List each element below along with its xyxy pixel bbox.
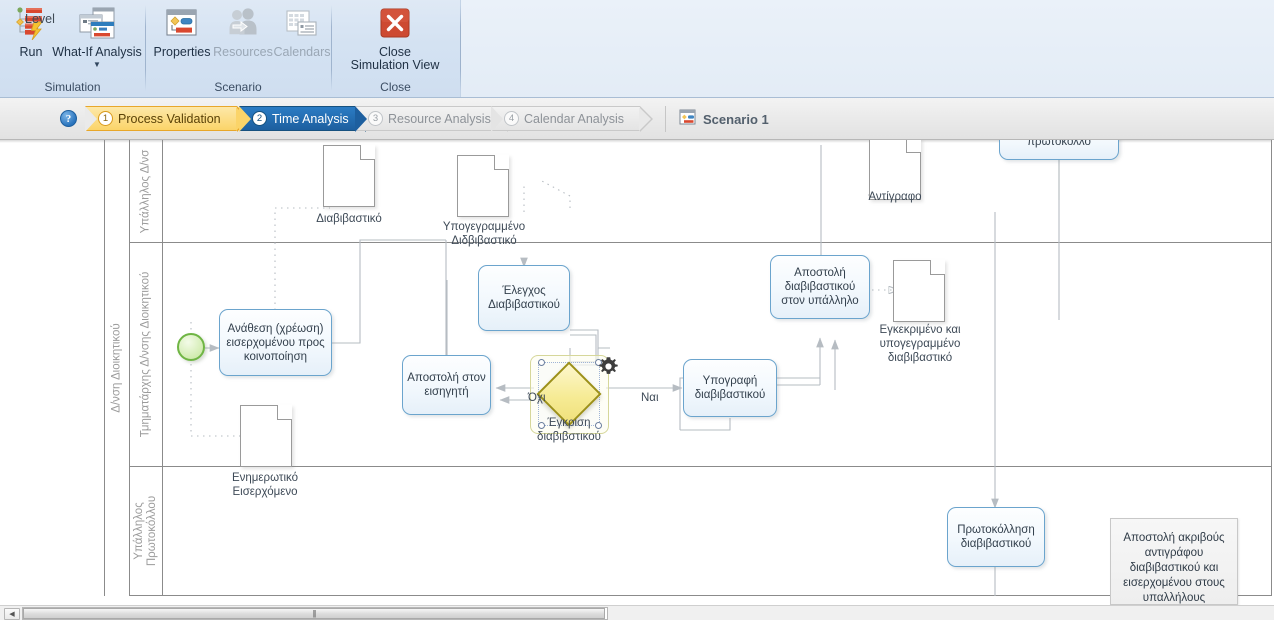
chevron-tip-inner xyxy=(639,107,652,131)
task-check-transmittal-label: Έλεγχος Διαβιβαστικού xyxy=(488,285,560,311)
close-x-icon xyxy=(379,4,411,42)
level-step-number: 4 xyxy=(504,111,519,126)
calendars-button[interactable]: Calendars xyxy=(272,4,332,59)
level-step-number: 2 xyxy=(252,111,267,126)
resources-label: Resources xyxy=(213,45,273,59)
level-step-number: 1 xyxy=(98,111,113,126)
document-approved-signed-label: Εγκεκριμένο και υπογεγραμμένο διαβιβαστι… xyxy=(879,324,961,364)
arrow-left-icon[interactable]: ◀ xyxy=(4,608,20,620)
chevron-down-icon[interactable]: ▼ xyxy=(93,61,101,69)
resources-button[interactable]: Resources xyxy=(212,4,274,59)
scenario-label: Scenario 1 xyxy=(703,111,769,127)
gateway-approval-label: Έγκριση διαβιβστικού xyxy=(537,417,601,443)
level-step-time-analysis[interactable]: 2 Time Analysis xyxy=(239,106,378,132)
ribbon-toolbar: Run What-If Analysis ▼ Simulation Proper… xyxy=(0,0,1274,98)
ribbon-separator-3 xyxy=(460,5,461,91)
doc-fold-corner xyxy=(277,405,292,420)
scrollbar-grip: ||| xyxy=(312,609,316,618)
doc-fold-corner xyxy=(906,140,921,153)
ribbon-right-background xyxy=(460,0,1274,97)
level-step-label: Resource Analysis xyxy=(388,111,491,126)
task-check-transmittal[interactable]: Έλεγχος Διαβιβαστικού xyxy=(478,265,570,331)
level-step-label: Calendar Analysis xyxy=(524,111,625,126)
document-incoming-info-label: Ενημερωτικό Εισερχόμενο xyxy=(231,472,299,498)
doc-fold-corner xyxy=(930,260,945,275)
document-transmittal-label: Διαβιβαστικό xyxy=(316,213,382,225)
task-sign-transmittal[interactable]: Υπογραφή διαβιβαστικού xyxy=(683,359,777,417)
properties-label: Properties xyxy=(153,45,211,59)
task-sign-transmittal-label: Υπογραφή διαβιβαστικού xyxy=(694,375,766,401)
scenario-selector[interactable]: Scenario 1 xyxy=(665,106,769,132)
ribbon-group-simulation: Run What-If Analysis ▼ Simulation xyxy=(0,0,145,97)
ribbon-group-label-scenario: Scenario xyxy=(214,80,262,94)
document-signed-transmittal[interactable] xyxy=(457,155,509,217)
task-assign-label: Ανάθεση (χρέωση) εισερχομένου προς κοινο… xyxy=(226,322,325,363)
document-incoming-info[interactable] xyxy=(240,405,292,467)
level-label: Level xyxy=(25,12,55,26)
level-step-process-validation[interactable]: 1 Process Validation xyxy=(85,106,250,132)
what-if-analysis-label: What-If Analysis xyxy=(52,45,142,59)
sequence-flow-layer xyxy=(190,140,1060,596)
diagram-canvas[interactable]: Δ/νση Διοικητικού Υπάλληλος Δ/νσ Τμηματά… xyxy=(0,140,1274,605)
properties-button[interactable]: Properties xyxy=(150,4,214,59)
task-send-to-rapporteur[interactable]: Αποστολή στον εισηγητή xyxy=(402,355,491,415)
close-simulation-view-label-line2: Simulation View xyxy=(350,58,440,72)
calendars-label: Calendars xyxy=(273,45,331,59)
level-step-number: 3 xyxy=(368,111,383,126)
what-if-analysis-icon xyxy=(78,4,116,42)
run-label: Run xyxy=(19,45,43,59)
document-transmittal[interactable] xyxy=(323,145,375,207)
flow-label-no: Όχι xyxy=(528,392,546,404)
ribbon-group-label-simulation: Simulation xyxy=(44,80,101,94)
horizontal-scrollbar[interactable]: ◀ ||| xyxy=(0,605,1274,620)
annotation-send-copy[interactable]: Αποστολή ακριβούς αντιγράφου διαβιβαστικ… xyxy=(1110,518,1238,605)
question-mark-icon[interactable]: ? xyxy=(60,110,77,127)
ribbon-group-scenario: Properties Resources Calendars Scenario xyxy=(146,0,330,97)
task-send-to-employee[interactable]: Αποστολή διαβιβαστικού στον υπάλληλο xyxy=(770,255,870,319)
task-protocol-transmittal-label: Πρωτοκόλληση διαβιβαστικού xyxy=(957,524,1035,550)
task-protocol-transmittal[interactable]: Πρωτοκόλληση διαβιβαστικού xyxy=(947,507,1045,567)
close-simulation-view-button[interactable]: Close Simulation View xyxy=(338,4,452,72)
resources-people-icon xyxy=(226,4,260,42)
scenario-icon xyxy=(679,109,696,130)
chevron-notch xyxy=(491,106,503,132)
doc-fold-corner xyxy=(494,155,509,170)
chevron-notch xyxy=(355,106,367,132)
annotation-send-copy-text: Αποστολή ακριβούς αντιγράφου διαβιβαστικ… xyxy=(1123,532,1225,604)
flow-label-yes: Ναι xyxy=(641,392,659,404)
calendar-icon xyxy=(285,4,319,42)
task-protocol-top[interactable]: πρωτόκολλο xyxy=(999,140,1119,160)
ribbon-group-close: Close Simulation View Close xyxy=(332,0,459,97)
gear-icon[interactable] xyxy=(598,356,619,382)
start-event[interactable] xyxy=(177,333,205,361)
chevron-notch xyxy=(239,106,251,132)
doc-fold-corner xyxy=(360,145,375,160)
task-protocol-top-label: πρωτόκολλο xyxy=(1027,140,1091,148)
task-assign[interactable]: Ανάθεση (χρέωση) εισερχομένου προς κοινο… xyxy=(219,309,332,376)
level-step-calendar-analysis[interactable]: 4 Calendar Analysis xyxy=(491,106,654,132)
task-send-to-rapporteur-label: Αποστολή στον εισηγητή xyxy=(407,372,486,398)
scrollbar-thumb[interactable]: ||| xyxy=(23,608,605,619)
task-send-to-employee-label: Αποστολή διαβιβαστικού στον υπάλληλο xyxy=(781,267,859,307)
properties-icon xyxy=(165,4,199,42)
ribbon-group-label-close: Close xyxy=(380,80,411,94)
document-signed-transmittal-label: Υπογεγραμμένο Διδβιβαστικό xyxy=(442,221,526,247)
resize-handle-top-left[interactable] xyxy=(538,359,545,366)
document-approved-signed[interactable] xyxy=(893,260,945,322)
chevron-notch xyxy=(85,106,97,132)
level-step-label: Process Validation xyxy=(118,111,221,126)
what-if-analysis-button[interactable]: What-If Analysis ▼ xyxy=(52,4,142,69)
close-simulation-view-label-line1: Close xyxy=(379,45,411,59)
level-step-resource-analysis[interactable]: 3 Resource Analysis xyxy=(355,106,520,132)
document-copy-label: Αντίγραφο xyxy=(868,191,922,203)
level-step-label: Time Analysis xyxy=(272,111,349,126)
